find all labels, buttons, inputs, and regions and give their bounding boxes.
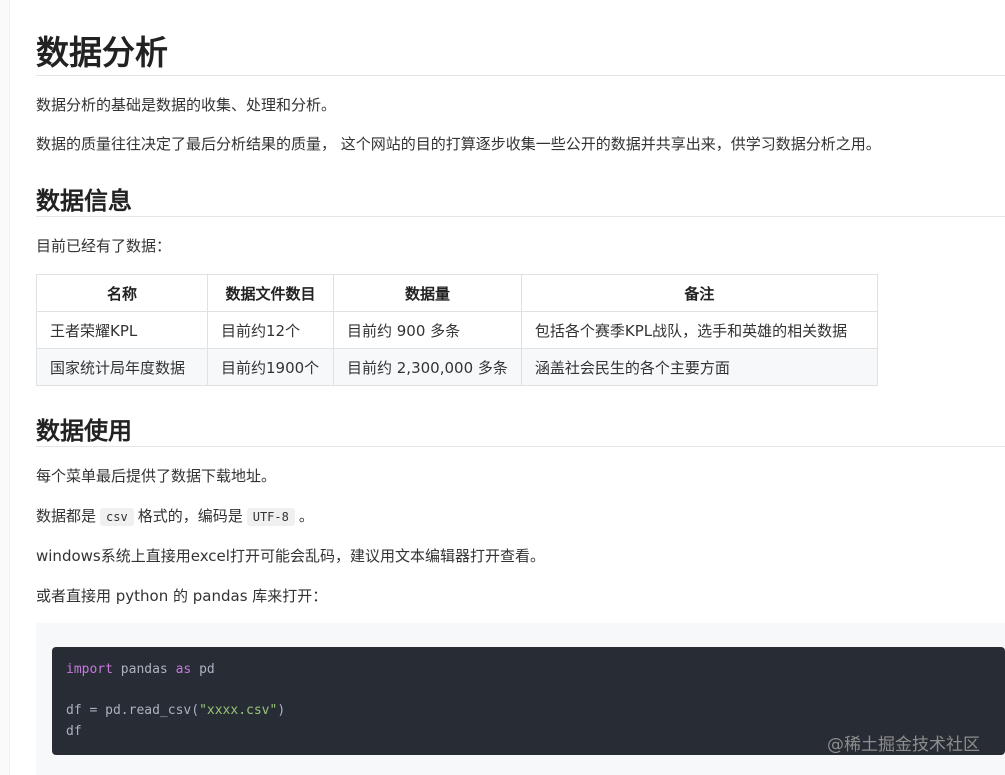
usage-paragraph-download: 每个菜单最后提供了数据下载地址。: [36, 467, 277, 485]
table-cell: 王者荣耀KPL: [36, 311, 208, 349]
table-row: 国家统计局年度数据 目前约1900个 目前约 2,300,000 多条 涵盖社会…: [36, 348, 878, 386]
table-cell: 包括各个赛季KPL战队，选手和英雄的相关数据: [520, 311, 878, 349]
usage-paragraph-format: 数据都是 csv 格式的，编码是 UTF-8。: [36, 505, 314, 528]
code-line-2: df = pd.read_csv("xxxx.csv"): [66, 703, 285, 718]
code-line-3: df: [66, 724, 82, 739]
title-divider: [36, 75, 1005, 76]
watermark: @稀土掘金技术社区: [827, 735, 980, 755]
table-cell: 目前约1900个: [207, 348, 334, 386]
column-header-file-count: 数据文件数目: [207, 274, 334, 312]
table-cell: 涵盖社会民生的各个主要方面: [520, 348, 878, 386]
code-string: "xxxx.csv": [199, 703, 278, 718]
code-keyword-import: import: [66, 662, 113, 677]
format-text-before: 数据都是: [36, 507, 97, 525]
page-title: 数据分析: [36, 33, 168, 72]
code-text: pandas: [112, 662, 176, 677]
intro-paragraph-1: 数据分析的基础是数据的收集、处理和分析。: [36, 96, 337, 114]
table-cell: 目前约 2,300,000 多条: [333, 348, 522, 386]
info-lead: 目前已经有了数据：: [36, 237, 172, 255]
code-text: pd: [191, 662, 215, 677]
table-header-row: 名称 数据文件数目 数据量 备注: [36, 274, 878, 312]
table-cell: 目前约 900 多条: [333, 311, 522, 349]
table-cell: 目前约12个: [207, 311, 334, 349]
inline-code-encoding: UTF-8: [246, 508, 295, 526]
inline-code-csv: csv: [100, 508, 134, 526]
section-heading-usage: 数据使用: [36, 417, 132, 445]
column-header-volume: 数据量: [333, 274, 522, 312]
section-divider-info: [36, 216, 1005, 217]
column-header-name: 名称: [36, 274, 208, 312]
code-text: ): [277, 703, 286, 718]
format-text-after: 。: [298, 507, 314, 525]
table-row: 王者荣耀KPL 目前约12个 目前约 900 多条 包括各个赛季KPL战队，选手…: [36, 311, 878, 349]
intro-paragraph-2: 数据的质量往往决定了最后分析结果的质量， 这个网站的目的打算逐步收集一些公开的数…: [36, 135, 881, 153]
code-text: df = pd.read_csv(: [66, 703, 200, 718]
format-text-middle: 格式的，编码是: [137, 507, 243, 525]
section-divider-usage: [36, 446, 1005, 447]
usage-paragraph-python: 或者直接用 python 的 pandas 库来打开：: [36, 587, 328, 605]
section-heading-info: 数据信息: [36, 187, 132, 215]
data-table: 名称 数据文件数目 数据量 备注 王者荣耀KPL 目前约12个 目前约 900 …: [36, 274, 878, 386]
table-cell: 国家统计局年度数据: [36, 348, 208, 386]
code-line-1: import pandas as pd: [66, 662, 215, 677]
usage-paragraph-windows: windows系统上直接用excel打开可能会乱码，建议用文本编辑器打开查看。: [36, 547, 545, 565]
code-keyword-as: as: [175, 662, 192, 677]
left-margin-bar: [0, 0, 10, 775]
column-header-notes: 备注: [520, 274, 878, 312]
